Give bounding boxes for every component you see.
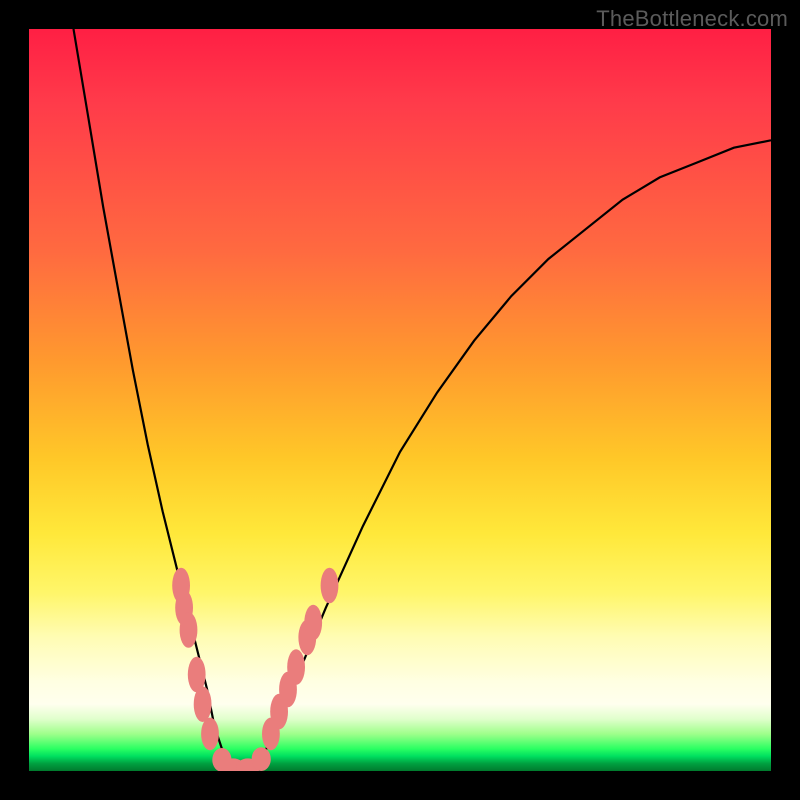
chart-frame: TheBottleneck.com (0, 0, 800, 800)
bottleneck-curve (74, 29, 772, 771)
curve-marker (321, 568, 339, 604)
chart-svg (29, 29, 771, 771)
curve-marker (252, 747, 271, 771)
marker-group (172, 568, 338, 771)
attribution-text: TheBottleneck.com (596, 6, 788, 32)
curve-marker (304, 605, 322, 641)
curve-marker (201, 718, 219, 751)
curve-marker (194, 686, 212, 722)
curve-marker (287, 649, 305, 685)
curve-marker (180, 612, 198, 648)
plot-area (29, 29, 771, 771)
